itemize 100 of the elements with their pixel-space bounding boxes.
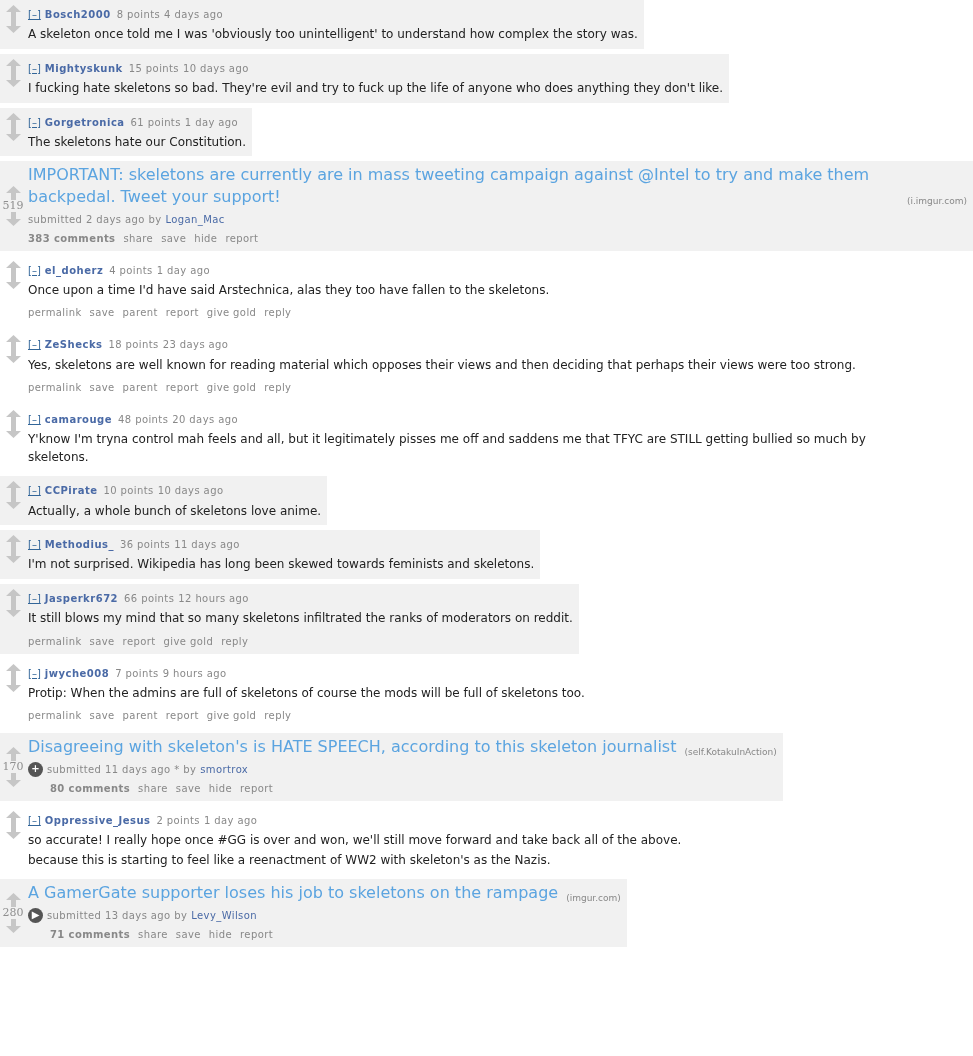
post-action-link[interactable]: save	[161, 230, 187, 246]
downvote-arrow-icon[interactable]	[5, 19, 21, 33]
author-link[interactable]: Levy_Wilson	[191, 907, 257, 923]
username-link[interactable]: ZeShecks	[44, 339, 103, 351]
comment-action-link[interactable]: save	[89, 633, 115, 649]
downvote-arrow-icon[interactable]	[5, 274, 21, 289]
author-link[interactable]: Logan_Mac	[165, 211, 225, 227]
username-link[interactable]: CCPirate	[44, 485, 98, 497]
upvote-arrow-icon[interactable]	[5, 588, 21, 603]
downvote-arrow-icon[interactable]	[5, 424, 21, 439]
post-title-link[interactable]: Disagreeing with skeleton's is HATE SPEECH, according to this skeleton journalist	[28, 736, 677, 758]
collapse-toggle[interactable]: [–]	[28, 539, 41, 551]
post-action-link[interactable]: report	[240, 926, 273, 942]
username-link[interactable]: Gorgetronica	[44, 116, 125, 128]
username-link[interactable]: Methodius_	[44, 539, 114, 551]
downvote-arrow-icon[interactable]	[5, 677, 21, 692]
comment-action-link[interactable]: permalink	[28, 708, 82, 724]
comment-action-link[interactable]: parent	[122, 305, 158, 321]
post-title-link[interactable]: A GamerGate supporter loses his job to skeletons on the rampage	[28, 882, 559, 904]
downvote-arrow-icon[interactable]	[5, 773, 21, 788]
collapse-toggle[interactable]: [–]	[28, 116, 41, 128]
comment-action-link[interactable]: save	[89, 305, 115, 321]
upvote-arrow-icon[interactable]	[5, 335, 21, 350]
post-action-link[interactable]: hide	[208, 926, 233, 942]
collapse-toggle[interactable]: [–]	[28, 667, 41, 679]
upvote-arrow-icon[interactable]	[5, 747, 21, 762]
post-action-link[interactable]: report	[225, 230, 259, 246]
upvote-arrow-icon[interactable]	[5, 5, 21, 19]
upvote-arrow-icon[interactable]	[5, 892, 21, 907]
comment-action-link[interactable]: reply	[264, 305, 292, 321]
collapse-toggle[interactable]: [–]	[28, 62, 41, 74]
comment-action-link[interactable]: permalink	[28, 305, 82, 321]
username-link[interactable]: Mightyskunk	[44, 62, 123, 74]
points-count: 4 points	[109, 264, 153, 276]
username-link[interactable]: Bosch2000	[44, 9, 111, 20]
downvote-arrow-icon[interactable]	[5, 549, 21, 564]
upvote-arrow-icon[interactable]	[5, 481, 21, 496]
comment-time: 12 hours ago	[178, 592, 249, 604]
username-link[interactable]: Jasperkr672	[44, 592, 119, 604]
comments-link[interactable]: 80 comments	[50, 781, 131, 796]
downvote-arrow-icon[interactable]	[5, 919, 21, 933]
collapse-toggle[interactable]: [–]	[28, 592, 41, 604]
downvote-arrow-icon[interactable]	[5, 825, 21, 839]
comment-action-link[interactable]: report	[165, 708, 199, 724]
username-link[interactable]: Oppressive_Jesus	[44, 815, 151, 826]
upvote-arrow-icon[interactable]	[5, 58, 21, 73]
upvote-arrow-icon[interactable]	[5, 535, 21, 550]
post-action-link[interactable]: share	[138, 926, 168, 942]
comment-action-link[interactable]: save	[89, 380, 115, 396]
comment-action-link[interactable]: reply	[264, 380, 292, 396]
post-action-link[interactable]: share	[123, 230, 154, 246]
comments-link[interactable]: 383 comments	[28, 230, 116, 246]
comment-action-link[interactable]: give gold	[163, 633, 214, 649]
downvote-arrow-icon[interactable]	[5, 72, 21, 87]
upvote-arrow-icon[interactable]	[5, 811, 21, 825]
comment-action-link[interactable]: save	[89, 708, 115, 724]
upvote-arrow-icon[interactable]	[5, 260, 21, 275]
post-action-link[interactable]: save	[175, 781, 201, 796]
collapse-toggle[interactable]: [–]	[28, 339, 41, 351]
collapse-toggle[interactable]: [–]	[28, 264, 41, 276]
collapse-toggle[interactable]: [–]	[28, 9, 41, 20]
downvote-arrow-icon[interactable]	[5, 349, 21, 364]
downvote-arrow-icon[interactable]	[5, 602, 21, 617]
thumbnail-button[interactable]: ▶	[28, 907, 43, 923]
comment-action-link[interactable]: parent	[122, 380, 158, 396]
post-title-link[interactable]: IMPORTANT: skeletons are currently are in mass tweeting campaign against @Intel to try and make them backpedal. Tweet your support!	[28, 164, 899, 208]
comment-time: 9 hours ago	[162, 667, 227, 679]
comment-action-link[interactable]: report	[122, 633, 156, 649]
upvote-arrow-icon[interactable]	[5, 663, 21, 678]
collapse-toggle[interactable]: [–]	[28, 485, 41, 497]
post-action-link[interactable]: report	[240, 781, 273, 796]
comment-action-link[interactable]: reply	[221, 633, 249, 649]
author-link[interactable]: smortrox	[200, 762, 249, 777]
comment-action-link[interactable]: give gold	[206, 380, 257, 396]
comment-action-link[interactable]: permalink	[28, 633, 82, 649]
comment-action-link[interactable]: report	[165, 380, 199, 396]
comment-action-link[interactable]: parent	[122, 708, 158, 724]
upvote-arrow-icon[interactable]	[5, 410, 21, 425]
collapse-toggle[interactable]: [–]	[28, 815, 41, 826]
username-link[interactable]: el_doherz	[44, 264, 104, 276]
comment-action-link[interactable]: permalink	[28, 380, 82, 396]
post-action-link[interactable]: hide	[194, 230, 218, 246]
post-action-link[interactable]: save	[175, 926, 201, 942]
comment-time: 1 day ago	[184, 116, 239, 128]
username-link[interactable]: camarouge	[44, 414, 113, 426]
comment-action-link[interactable]: reply	[264, 708, 292, 724]
thumbnail-button[interactable]: +	[28, 762, 43, 777]
post-action-link[interactable]: hide	[208, 781, 233, 796]
username-link[interactable]: jwyche008	[44, 667, 110, 679]
downvote-arrow-icon[interactable]	[5, 495, 21, 510]
comment-action-link[interactable]: give gold	[206, 305, 257, 321]
comment-action-link[interactable]: report	[165, 305, 199, 321]
upvote-arrow-icon[interactable]	[5, 112, 21, 127]
comments-link[interactable]: 71 comments	[50, 926, 131, 942]
downvote-arrow-icon[interactable]	[5, 212, 21, 226]
post-action-link[interactable]: share	[138, 781, 168, 796]
comment-action-link[interactable]: give gold	[206, 708, 257, 724]
collapse-toggle[interactable]: [–]	[28, 414, 41, 426]
upvote-arrow-icon[interactable]	[5, 185, 21, 200]
downvote-arrow-icon[interactable]	[5, 126, 21, 141]
